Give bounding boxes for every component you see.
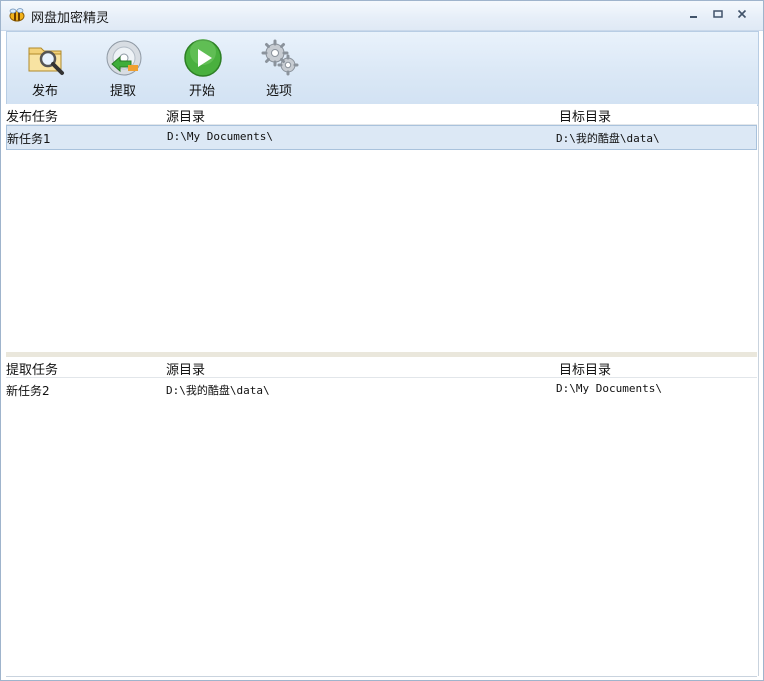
extract-list-header: 提取任务 源目录 目标目录 — [6, 357, 757, 378]
column-header-extract-task[interactable]: 提取任务 — [6, 359, 58, 378]
close-icon — [737, 9, 747, 19]
publish-list-header: 发布任务 源目录 目标目录 — [6, 104, 757, 125]
task-name-cell: 新任务1 — [7, 132, 51, 146]
publish-button[interactable]: 发布 — [14, 36, 76, 100]
minimize-icon — [690, 16, 697, 18]
column-header-publish-task[interactable]: 发布任务 — [6, 106, 58, 125]
options-label: 选项 — [265, 84, 292, 99]
maximize-button[interactable] — [709, 7, 727, 23]
column-header-source-dir[interactable]: 源目录 — [166, 359, 205, 378]
column-header-source-dir[interactable]: 源目录 — [166, 106, 205, 125]
title-bar: 网盘加密精灵 — [1, 1, 763, 31]
source-dir-cell: D:\My Documents\ — [167, 130, 273, 143]
gears-icon — [261, 39, 299, 76]
table-row[interactable]: 新任务1 D:\My Documents\ D:\我的酷盘\data\ — [6, 125, 757, 150]
options-button[interactable]: 选项 — [248, 36, 310, 100]
source-dir-cell: D:\我的酷盘\data\ — [166, 384, 270, 397]
toolbar: 发布 提取 开始 选项 — [6, 31, 759, 106]
disc-arrow-icon — [106, 40, 142, 76]
play-icon — [184, 39, 222, 77]
pane-border-bottom — [6, 676, 757, 677]
column-header-target-dir[interactable]: 目标目录 — [559, 106, 611, 125]
extract-task-list: 提取任务 源目录 目标目录 新任务2 D:\我的酷盘\data\ D:\My D… — [6, 357, 757, 675]
window-title: 网盘加密精灵 — [31, 11, 110, 26]
app-window: 网盘加密精灵 发布 提取 开始 选项 发布任务 源目录 目标目录 新任务1 D:… — [0, 0, 764, 681]
column-header-target-dir[interactable]: 目标目录 — [559, 359, 611, 378]
publish-task-list: 发布任务 源目录 目标目录 新任务1 D:\My Documents\ D:\我… — [6, 104, 757, 352]
publish-label: 发布 — [31, 84, 58, 99]
target-dir-cell: D:\我的酷盘\data\ — [556, 132, 660, 145]
extract-label: 提取 — [109, 84, 136, 99]
task-name-cell: 新任务2 — [6, 384, 50, 398]
start-label: 开始 — [188, 84, 215, 99]
minimize-button[interactable] — [685, 7, 703, 23]
bee-icon — [9, 8, 25, 22]
table-row[interactable]: 新任务2 D:\我的酷盘\data\ D:\My Documents\ — [6, 378, 756, 401]
start-button[interactable]: 开始 — [171, 36, 233, 100]
close-button[interactable] — [733, 7, 751, 23]
maximize-icon — [713, 10, 723, 18]
extract-button[interactable]: 提取 — [92, 36, 154, 100]
pane-border-right — [758, 104, 759, 676]
folder-search-icon — [28, 47, 64, 75]
target-dir-cell: D:\My Documents\ — [556, 382, 662, 395]
